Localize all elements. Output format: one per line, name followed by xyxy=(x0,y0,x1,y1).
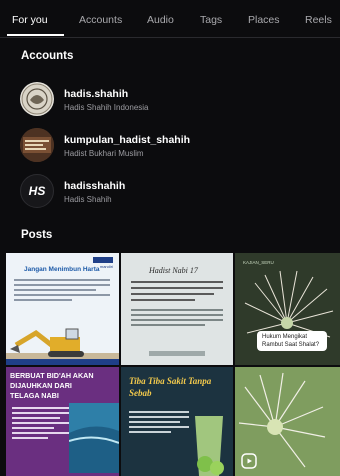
tab-tags[interactable]: Tags xyxy=(200,14,222,26)
tab-accounts[interactable]: Accounts xyxy=(79,14,122,26)
avatar xyxy=(20,82,54,116)
search-tabs: For you Accounts Audio Tags Places Reels xyxy=(0,0,340,38)
body-text-lines xyxy=(14,279,110,301)
post-thumbnail[interactable]: KAJIAN_SERU Hukum Mengikat Rambut Saat S… xyxy=(235,253,340,365)
account-row[interactable]: hadis.shahih Hadis Shahih Indonesia xyxy=(20,82,320,118)
avatar-logo-text: HS xyxy=(28,184,46,198)
tab-audio[interactable]: Audio xyxy=(147,14,174,26)
active-tab-indicator xyxy=(7,34,64,36)
posts-section-title: Posts xyxy=(21,229,53,241)
post-thumbnail[interactable]: BERBUAT BID'AH AKAN DIJAUHKAN DARI TELAG… xyxy=(6,367,119,476)
post-brand-label: mandiri xyxy=(99,264,113,269)
tab-reels[interactable]: Reels xyxy=(305,14,332,26)
account-username: hadis.shahih xyxy=(64,88,129,100)
post-title: Tiba Tiba Sakit Tanpa Sebab xyxy=(129,376,212,398)
post-thumbnail[interactable]: mandiri Jangan Menimbun Harta xyxy=(6,253,119,365)
drink-glass-image xyxy=(195,416,224,476)
post-title: Hadist Nabi 17 xyxy=(149,266,198,275)
accounts-section-title: Accounts xyxy=(21,50,74,62)
post-footer-bar xyxy=(149,351,205,356)
post-caption: Hukum Mengikat Rambut Saat Shalat? xyxy=(262,334,320,348)
ocean-image xyxy=(69,403,119,473)
arabic-text-lines xyxy=(131,281,223,326)
body-text-lines xyxy=(129,411,189,433)
account-username: kumpulan_hadist_shahih xyxy=(64,134,191,146)
account-subtitle: Hadist Bukhari Muslim xyxy=(64,149,144,158)
tab-for-you[interactable]: For you xyxy=(12,14,48,26)
body-text-lines xyxy=(12,407,72,439)
account-subtitle: Hadis Shahih xyxy=(64,195,112,204)
account-username: hadisshahih xyxy=(64,180,126,192)
account-row[interactable]: HS hadisshahih Hadis Shahih xyxy=(20,174,320,210)
post-title: Jangan Menimbun Harta xyxy=(24,266,100,273)
excavator-illustration xyxy=(6,328,119,365)
account-subtitle: Hadis Shahih Indonesia xyxy=(64,103,149,112)
post-footer-bar xyxy=(6,359,119,365)
post-title: BERBUAT BID'AH AKAN DIJAUHKAN DARI TELAG… xyxy=(10,371,94,400)
post-thumbnail[interactable]: Tiba Tiba Sakit Tanpa Sebab xyxy=(121,367,233,476)
post-thumbnail[interactable]: Hadist Nabi 17 xyxy=(121,253,233,365)
post-thumbnail[interactable] xyxy=(235,367,340,476)
avatar xyxy=(20,128,54,162)
account-row[interactable]: kumpulan_hadist_shahih Hadist Bukhari Mu… xyxy=(20,128,320,164)
caption-box: Hukum Mengikat Rambut Saat Shalat? xyxy=(257,331,327,351)
avatar: HS xyxy=(20,174,54,208)
brand-logo xyxy=(93,257,113,263)
tab-places[interactable]: Places xyxy=(248,14,280,26)
reels-icon xyxy=(241,453,257,469)
